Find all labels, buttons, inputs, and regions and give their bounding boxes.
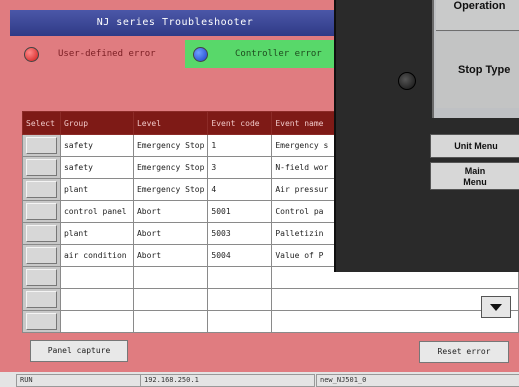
panel-capture-button[interactable]: Panel capture: [30, 340, 128, 362]
column-header-select[interactable]: Select: [22, 111, 61, 135]
cell-level: Emergency Stop: [132, 178, 209, 201]
cell-code: 5004: [207, 244, 273, 267]
main-menu-button[interactable]: Main Menu: [430, 162, 519, 190]
main-menu-label-line2: Menu: [463, 177, 487, 187]
window-title: NJ series Troubleshooter: [10, 10, 340, 36]
cell-code: 3: [207, 156, 273, 179]
tab-label: User-defined error: [58, 49, 156, 59]
cell-code: 5001: [207, 200, 273, 223]
table-row[interactable]: [22, 310, 519, 333]
row-select-button[interactable]: [26, 159, 57, 176]
cell-level: Abort: [132, 200, 209, 223]
cell-group: [59, 310, 134, 333]
cell-level: [132, 310, 209, 333]
cell-group: air condition: [59, 244, 134, 267]
cell-level: Abort: [132, 222, 209, 245]
stop-type-label: Stop Type: [436, 32, 519, 108]
cell-code: [207, 288, 273, 311]
hmi-device-panel: Operation Stop Type Unit Menu Main Menu: [334, 0, 519, 272]
tab-controller-error[interactable]: Controller error: [185, 40, 340, 68]
row-select-button[interactable]: [26, 291, 57, 308]
hmi-screen: Operation Stop Type: [432, 0, 519, 118]
row-select-cell[interactable]: [22, 288, 61, 311]
status-bar: RUN 192.168.250.1 new_NJ501_0: [0, 372, 519, 387]
column-header-event-code[interactable]: Event code: [207, 111, 273, 135]
row-select-button[interactable]: [26, 269, 57, 286]
row-select-button[interactable]: [26, 137, 57, 154]
row-select-cell[interactable]: [22, 178, 61, 201]
row-select-cell[interactable]: [22, 244, 61, 267]
table-row[interactable]: [22, 288, 519, 311]
red-status-dot-icon: [24, 47, 39, 62]
cell-group: [59, 266, 134, 289]
scroll-down-button[interactable]: [481, 296, 511, 318]
cell-code: [207, 266, 273, 289]
row-select-button[interactable]: [26, 181, 57, 198]
cell-code: [207, 310, 273, 333]
row-select-cell[interactable]: [22, 200, 61, 223]
row-select-cell[interactable]: [22, 310, 61, 333]
tab-label: Controller error: [235, 49, 322, 59]
cell-level: Emergency Stop: [132, 156, 209, 179]
unit-menu-button[interactable]: Unit Menu: [430, 134, 519, 158]
cell-group: [59, 288, 134, 311]
cell-level: [132, 266, 209, 289]
status-device-name: new_NJ501_0: [316, 374, 519, 387]
blue-status-dot-icon: [193, 47, 208, 62]
row-select-button[interactable]: [26, 247, 57, 264]
row-select-cell[interactable]: [22, 156, 61, 179]
cell-group: safety: [59, 156, 134, 179]
cell-level: [132, 288, 209, 311]
cell-level: Abort: [132, 244, 209, 267]
reset-error-button[interactable]: Reset error: [419, 341, 509, 363]
cell-level: Emergency Stop: [132, 134, 209, 157]
main-menu-label-line1: Main: [464, 166, 486, 176]
row-select-cell[interactable]: [22, 222, 61, 245]
row-select-button[interactable]: [26, 225, 57, 242]
cell-code: 5003: [207, 222, 273, 245]
operation-label: Operation: [436, 0, 519, 31]
status-run-mode: RUN: [16, 374, 141, 387]
cell-code: 4: [207, 178, 273, 201]
hmi-knob-icon: [398, 72, 416, 90]
cell-group: safety: [59, 134, 134, 157]
cell-code: 1: [207, 134, 273, 157]
row-select-button[interactable]: [26, 203, 57, 220]
column-header-group[interactable]: Group: [59, 111, 134, 135]
status-ip-address: 192.168.250.1: [140, 374, 315, 387]
row-select-button[interactable]: [26, 313, 57, 330]
column-header-level[interactable]: Level: [132, 111, 209, 135]
row-select-cell[interactable]: [22, 134, 61, 157]
cell-group: plant: [59, 178, 134, 201]
cell-group: plant: [59, 222, 134, 245]
cell-group: control panel: [59, 200, 134, 223]
tab-user-defined-error[interactable]: User-defined error: [10, 40, 180, 68]
row-select-cell[interactable]: [22, 266, 61, 289]
